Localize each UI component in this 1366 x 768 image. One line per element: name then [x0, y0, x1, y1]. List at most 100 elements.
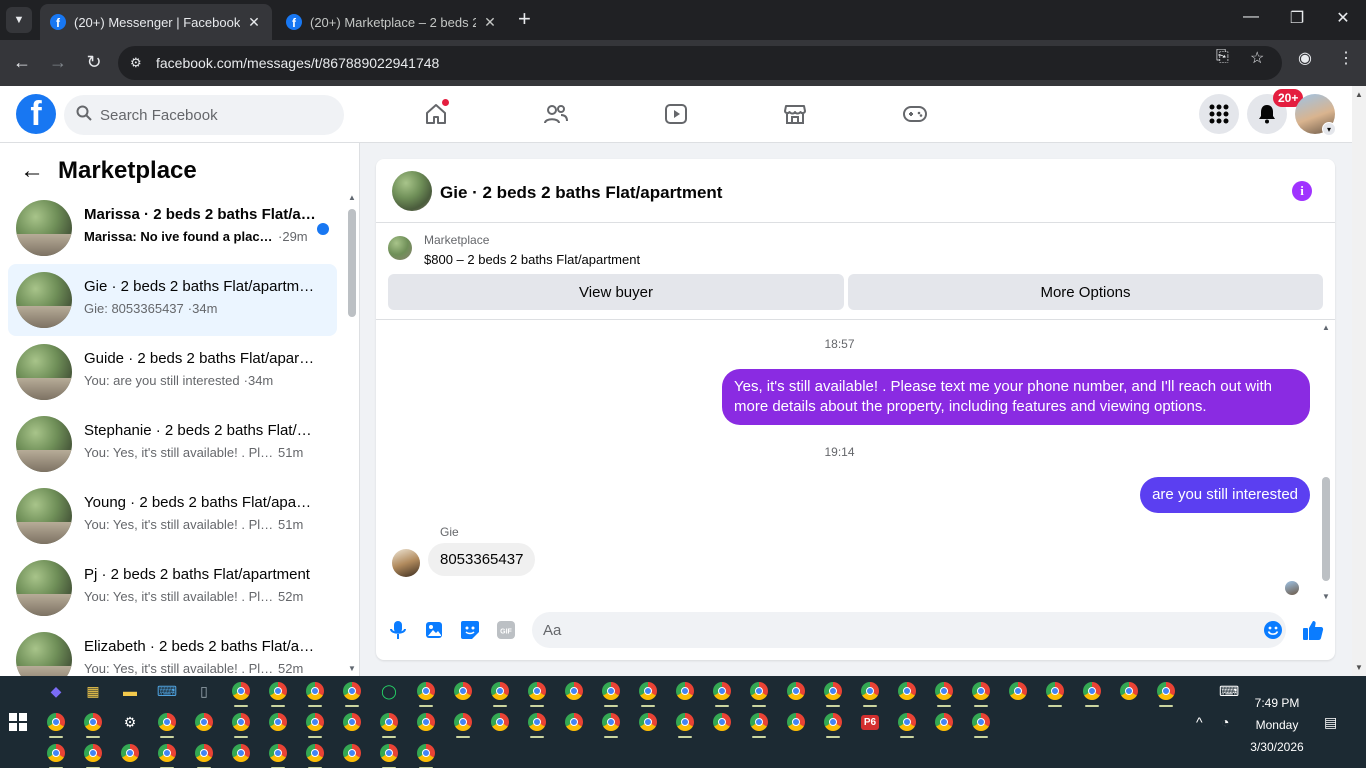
- chrome-taskbar-icon[interactable]: [267, 742, 289, 768]
- tab-messenger[interactable]: f (20+) Messenger | Facebook ✕: [40, 4, 272, 40]
- show-hidden-icons-chevron-icon[interactable]: ^: [1196, 714, 1203, 730]
- wifi-icon[interactable]: ◔: [1221, 714, 1229, 730]
- scrollbar-thumb[interactable]: [1322, 477, 1330, 581]
- chrome-taskbar-icon[interactable]: [82, 711, 104, 738]
- chrome-taskbar-icon[interactable]: [970, 680, 992, 707]
- explorer-taskbar-icon[interactable]: ▬: [119, 680, 141, 702]
- chrome-taskbar-icon[interactable]: [822, 711, 844, 738]
- gif-button[interactable]: GIF: [495, 619, 517, 641]
- more-options-button[interactable]: More Options: [848, 274, 1323, 310]
- chrome-taskbar-icon[interactable]: [563, 680, 585, 702]
- sender-avatar[interactable]: [392, 549, 420, 577]
- chrome-taskbar-icon[interactable]: [1007, 680, 1029, 702]
- scroll-up-icon[interactable]: ▲: [1355, 90, 1363, 99]
- chrome-taskbar-icon[interactable]: [341, 742, 363, 764]
- chrome-taskbar-icon[interactable]: [970, 711, 992, 738]
- chrome-taskbar-icon[interactable]: [230, 680, 252, 707]
- outgoing-message[interactable]: Yes, it's still available! . Please text…: [722, 369, 1310, 425]
- tab-marketplace[interactable]: f (20+) Marketplace – 2 beds 2 b ✕: [276, 4, 508, 40]
- chat-title[interactable]: Gie · 2 beds 2 baths Flat/apartment: [440, 183, 722, 203]
- info-icon[interactable]: i: [1292, 181, 1312, 201]
- minimize-button[interactable]: —: [1236, 8, 1266, 26]
- system-clock[interactable]: 7:49 PM Monday 3/30/2026: [1240, 692, 1314, 758]
- chrome-taskbar-icon[interactable]: [193, 711, 215, 733]
- chrome-taskbar-icon[interactable]: [748, 711, 770, 738]
- chrome-taskbar-icon[interactable]: [859, 680, 881, 707]
- chrome-taskbar-icon[interactable]: [119, 742, 141, 764]
- scroll-up-icon[interactable]: ▲: [348, 193, 356, 202]
- close-window-button[interactable]: ✕: [1328, 8, 1358, 28]
- bookmark-star-icon[interactable]: ☆: [1250, 48, 1264, 68]
- menu-button[interactable]: [1199, 94, 1239, 134]
- conversation-item[interactable]: Guide · 2 beds 2 baths Flat/apartment Yo…: [8, 336, 337, 408]
- chrome-taskbar-icon[interactable]: [378, 742, 400, 768]
- chrome-taskbar-icon[interactable]: [341, 711, 363, 733]
- back-arrow-icon[interactable]: ←: [20, 157, 44, 185]
- conversation-item[interactable]: Marissa · 2 beds 2 baths Flat/apartment …: [8, 192, 337, 264]
- chrome-taskbar-icon[interactable]: [526, 680, 548, 707]
- voice-clip-button[interactable]: [387, 619, 409, 641]
- omnibox[interactable]: ⚙ facebook.com/messages/t/86788902294174…: [118, 46, 1282, 80]
- chrome-taskbar-icon[interactable]: [304, 711, 326, 738]
- forward-button[interactable]: →: [46, 52, 70, 73]
- message-input-box[interactable]: [532, 612, 1286, 648]
- chrome-taskbar-icon[interactable]: [489, 711, 511, 733]
- conversation-list-scrollbar[interactable]: ▲ ▼: [344, 193, 358, 673]
- chrome-taskbar-icon[interactable]: [193, 742, 215, 768]
- incoming-message[interactable]: 8053365437: [428, 543, 536, 576]
- whatsapp-taskbar-icon[interactable]: ◯: [378, 680, 400, 702]
- message-scrollbar[interactable]: ▲ ▼: [1320, 321, 1334, 601]
- video-nav-button[interactable]: [661, 99, 691, 129]
- page-scrollbar[interactable]: ▲ ▼: [1352, 86, 1366, 676]
- conversation-item[interactable]: Gie · 2 beds 2 baths Flat/apartment Gie:…: [8, 264, 337, 336]
- message-input[interactable]: [543, 621, 1243, 639]
- chat-avatar[interactable]: [392, 171, 432, 211]
- like-button[interactable]: [1302, 619, 1324, 641]
- chrome-taskbar-icon[interactable]: [600, 680, 622, 707]
- chrome-taskbar-icon[interactable]: [822, 680, 844, 707]
- scrollbar-thumb[interactable]: [348, 209, 356, 317]
- chrome-taskbar-icon[interactable]: [489, 680, 511, 707]
- chrome-taskbar-icon[interactable]: [304, 742, 326, 768]
- chrome-taskbar-icon[interactable]: [674, 680, 696, 702]
- install-app-icon[interactable]: ⎘: [1216, 48, 1229, 66]
- chrome-taskbar-icon[interactable]: [1044, 680, 1066, 707]
- chevron-down-icon[interactable]: ▾: [1322, 122, 1336, 136]
- chrome-taskbar-icon[interactable]: [82, 742, 104, 768]
- view-buyer-button[interactable]: View buyer: [388, 274, 844, 310]
- tab-search-button[interactable]: ▼: [6, 7, 32, 33]
- keyboard-layout-icon[interactable]: ⌨: [1219, 683, 1239, 700]
- scroll-down-icon[interactable]: ▼: [1355, 663, 1363, 672]
- notes-taskbar-icon[interactable]: ▯: [193, 680, 215, 702]
- attach-photo-button[interactable]: [423, 619, 445, 641]
- chrome-taskbar-icon[interactable]: [933, 680, 955, 707]
- chrome-taskbar-icon[interactable]: [1081, 680, 1103, 707]
- chrome-taskbar-icon[interactable]: [600, 711, 622, 738]
- scroll-up-icon[interactable]: ▲: [1322, 323, 1330, 332]
- chrome-taskbar-icon[interactable]: [711, 711, 733, 733]
- search-input[interactable]: [100, 106, 320, 124]
- chrome-taskbar-icon[interactable]: [230, 742, 252, 764]
- start-button[interactable]: [7, 711, 29, 733]
- conversation-item[interactable]: Elizabeth · 2 beds 2 baths Flat/apartmen…: [8, 624, 337, 676]
- chrome-taskbar-icon[interactable]: [156, 711, 178, 738]
- chrome-taskbar-icon[interactable]: [637, 711, 659, 733]
- notification-center-icon[interactable]: ▤: [1324, 714, 1337, 731]
- chrome-taskbar-icon[interactable]: [748, 680, 770, 707]
- keyboard-taskbar-icon[interactable]: ⌨: [156, 680, 178, 702]
- conversation-item[interactable]: Stephanie · 2 beds 2 baths Flat/apartmen…: [8, 408, 337, 480]
- chrome-taskbar-icon[interactable]: [230, 711, 252, 738]
- close-tab-icon[interactable]: ✕: [482, 14, 498, 31]
- chrome-taskbar-icon[interactable]: [711, 680, 733, 707]
- chrome-taskbar-icon[interactable]: [1118, 680, 1140, 702]
- marketplace-nav-button[interactable]: [780, 99, 810, 129]
- scroll-down-icon[interactable]: ▼: [1322, 592, 1330, 601]
- copilot-taskbar-icon[interactable]: ◆: [45, 680, 67, 702]
- home-nav-button[interactable]: [421, 99, 451, 129]
- scroll-down-icon[interactable]: ▼: [348, 664, 356, 673]
- search-box[interactable]: [64, 95, 344, 135]
- close-tab-icon[interactable]: ✕: [246, 14, 262, 31]
- chrome-taskbar-icon[interactable]: [341, 680, 363, 707]
- chrome-taskbar-icon[interactable]: [45, 711, 67, 738]
- chrome-taskbar-icon[interactable]: [637, 680, 659, 707]
